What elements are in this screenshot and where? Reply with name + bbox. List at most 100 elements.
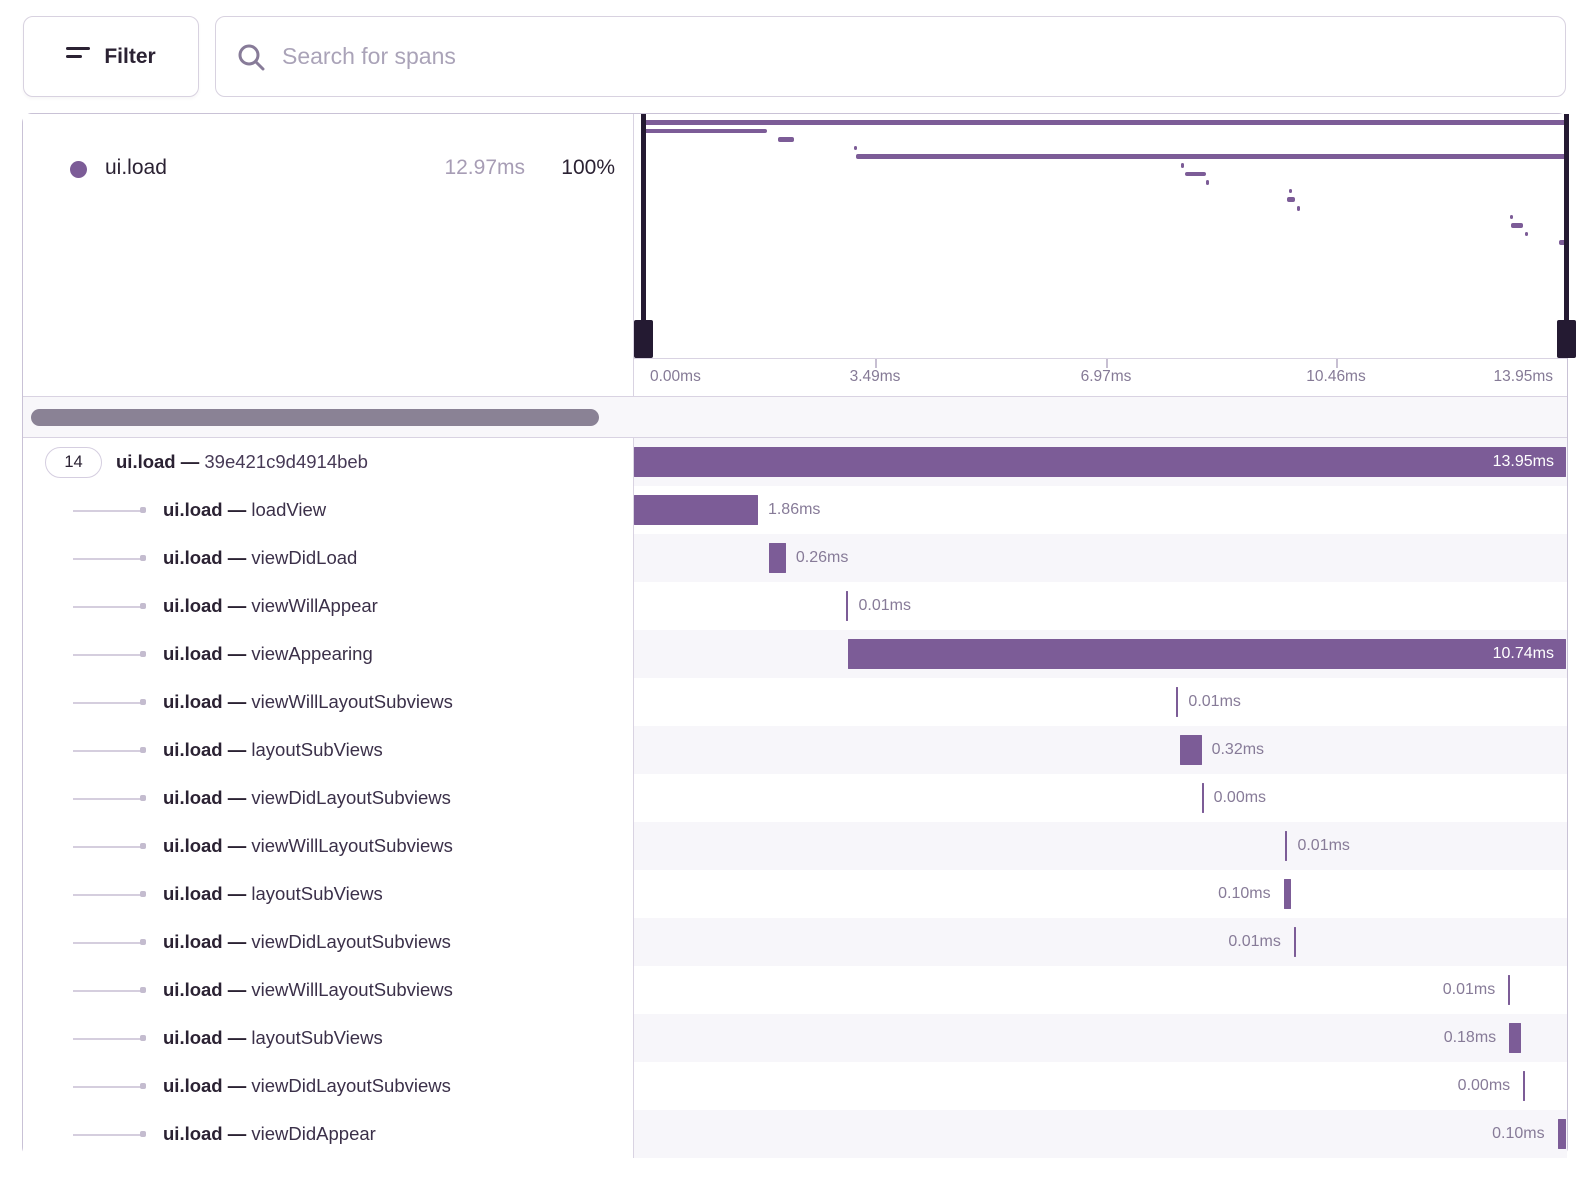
span-tree-cell[interactable]: 14 ui.load — 39e421c9d4914beb — [23, 438, 634, 486]
span-bar[interactable] — [1285, 831, 1287, 861]
tree-connector-dot — [140, 1131, 146, 1137]
span-waterfall-cell[interactable]: 0.26ms — [634, 534, 1567, 582]
span-duration-label: 13.95ms — [1493, 438, 1554, 486]
span-bar[interactable] — [634, 447, 1566, 477]
minimap-span-bar — [1181, 163, 1184, 168]
span-duration-label: 0.01ms — [1443, 966, 1495, 1014]
span-tree-cell[interactable]: 14 ui.load — layoutSubViews — [23, 1014, 634, 1062]
span-label: ui.load — layoutSubViews — [163, 739, 383, 761]
minimap-span-bar — [1297, 206, 1300, 211]
span-waterfall-cell[interactable]: 0.00ms — [634, 1062, 1567, 1110]
span-row: 14 ui.load — viewDidLayoutSubviews 0.01m… — [23, 918, 1567, 966]
span-tree-cell[interactable]: 14 ui.load — viewDidAppear — [23, 1110, 634, 1158]
tree-connector-dot — [140, 651, 146, 657]
span-label: ui.load — loadView — [163, 499, 326, 521]
span-duration-label: 0.01ms — [1297, 822, 1349, 870]
span-duration-label: 0.01ms — [858, 582, 910, 630]
span-bar[interactable] — [769, 543, 786, 573]
span-tree-cell[interactable]: 14 ui.load — viewDidLayoutSubviews — [23, 1062, 634, 1110]
trace-waterfall-panel: ui.load 12.97ms 100% 0.00ms 3.49ms 6.97m… — [22, 113, 1568, 1157]
tree-connector-dot — [140, 699, 146, 705]
span-waterfall-cell[interactable]: 0.00ms — [634, 774, 1567, 822]
span-bar[interactable] — [1294, 927, 1296, 957]
span-row: 14 ui.load — 39e421c9d4914beb 13.95ms — [23, 438, 1567, 486]
search-input[interactable] — [282, 43, 1545, 70]
span-bar[interactable] — [1176, 687, 1178, 717]
span-bar[interactable] — [634, 495, 758, 525]
span-waterfall-cell[interactable]: 0.10ms — [634, 1110, 1567, 1158]
child-count-badge[interactable]: 14 — [45, 447, 102, 478]
span-tree-cell[interactable]: 14 ui.load — viewDidLayoutSubviews — [23, 774, 634, 822]
span-duration-label: 0.01ms — [1228, 918, 1280, 966]
span-waterfall-cell[interactable]: 1.86ms — [634, 486, 1567, 534]
span-tree-cell[interactable]: 14 ui.load — viewWillLayoutSubviews — [23, 822, 634, 870]
span-tree-cell[interactable]: 14 ui.load — viewWillAppear — [23, 582, 634, 630]
span-row: 14 ui.load — viewWillLayoutSubviews 0.01… — [23, 678, 1567, 726]
minimap-right-grip[interactable] — [1557, 320, 1576, 358]
span-waterfall-cell[interactable]: 0.01ms — [634, 918, 1567, 966]
tree-connector — [73, 606, 143, 608]
minimap-span-bar — [1185, 172, 1206, 177]
span-tree-cell[interactable]: 14 ui.load — viewWillLayoutSubviews — [23, 678, 634, 726]
horizontal-scrollbar-thumb[interactable] — [31, 409, 599, 426]
span-label: ui.load — viewAppearing — [163, 643, 373, 665]
span-bar[interactable] — [1284, 879, 1291, 909]
legend-percent: 100% — [561, 156, 615, 180]
minimap-left-handle[interactable] — [641, 114, 646, 358]
tree-connector — [73, 1038, 143, 1040]
axis-label-3: 10.46ms — [1306, 368, 1365, 386]
tree-connector-dot — [140, 939, 146, 945]
time-axis: 0.00ms 3.49ms 6.97ms 10.46ms 13.95ms — [634, 358, 1567, 396]
span-row: 14 ui.load — viewDidAppear 0.10ms — [23, 1110, 1567, 1158]
span-bar[interactable] — [1180, 735, 1201, 765]
span-bar[interactable] — [1509, 1023, 1521, 1053]
span-tree-cell[interactable]: 14 ui.load — viewAppearing — [23, 630, 634, 678]
span-bar[interactable] — [848, 639, 1566, 669]
span-bar[interactable] — [1202, 783, 1204, 813]
span-row: 14 ui.load — layoutSubViews 0.32ms — [23, 726, 1567, 774]
filter-button[interactable]: Filter — [23, 16, 199, 97]
span-label: ui.load — viewDidLayoutSubviews — [163, 1075, 451, 1097]
span-bar[interactable] — [846, 591, 848, 621]
span-bar[interactable] — [1523, 1071, 1525, 1101]
span-waterfall-cell[interactable]: 0.01ms — [634, 822, 1567, 870]
span-waterfall-cell[interactable]: 0.32ms — [634, 726, 1567, 774]
search-bar[interactable] — [215, 16, 1566, 97]
span-waterfall-cell[interactable]: 0.18ms — [634, 1014, 1567, 1062]
minimap-right-handle[interactable] — [1564, 114, 1569, 358]
span-waterfall-cell[interactable]: 10.74ms — [634, 630, 1567, 678]
span-waterfall-cell[interactable]: 13.95ms — [634, 438, 1567, 486]
tree-connector-dot — [140, 891, 146, 897]
span-waterfall-cell[interactable]: 0.01ms — [634, 678, 1567, 726]
tree-connector-dot — [140, 747, 146, 753]
span-tree-cell[interactable]: 14 ui.load — viewDidLoad — [23, 534, 634, 582]
span-waterfall-cell[interactable]: 0.10ms — [634, 870, 1567, 918]
span-waterfall-cell[interactable]: 0.01ms — [634, 582, 1567, 630]
span-tree-cell[interactable]: 14 ui.load — layoutSubViews — [23, 726, 634, 774]
span-waterfall-cell[interactable]: 0.01ms — [634, 966, 1567, 1014]
axis-tick — [1336, 359, 1338, 368]
span-duration-label: 10.74ms — [1493, 630, 1554, 678]
horizontal-scrollbar-track[interactable] — [23, 396, 1567, 438]
span-tree-cell[interactable]: 14 ui.load — viewWillLayoutSubviews — [23, 966, 634, 1014]
minimap-span-bar — [856, 154, 1567, 159]
span-label: ui.load — viewDidLoad — [163, 547, 357, 569]
minimap-span-bar — [1525, 232, 1528, 237]
span-tree-cell[interactable]: 14 ui.load — layoutSubViews — [23, 870, 634, 918]
span-row: 14 ui.load — viewWillLayoutSubviews 0.01… — [23, 966, 1567, 1014]
minimap-span-bar — [778, 137, 795, 142]
span-row: 14 ui.load — viewWillLayoutSubviews 0.01… — [23, 822, 1567, 870]
span-duration-label: 0.18ms — [1444, 1014, 1496, 1062]
span-label: ui.load — layoutSubViews — [163, 1027, 383, 1049]
span-bar[interactable] — [1508, 975, 1510, 1005]
span-legend: ui.load 12.97ms 100% — [23, 114, 634, 396]
span-row: 14 ui.load — viewDidLayoutSubviews 0.00m… — [23, 1062, 1567, 1110]
span-tree-cell[interactable]: 14 ui.load — loadView — [23, 486, 634, 534]
tree-connector — [73, 750, 143, 752]
trace-minimap[interactable] — [634, 114, 1567, 358]
minimap-left-grip[interactable] — [634, 320, 653, 358]
span-tree-cell[interactable]: 14 ui.load — viewDidLayoutSubviews — [23, 918, 634, 966]
span-label: ui.load — 39e421c9d4914beb — [116, 451, 368, 473]
span-bar[interactable] — [1558, 1119, 1566, 1149]
axis-label-4: 13.95ms — [1494, 368, 1553, 386]
